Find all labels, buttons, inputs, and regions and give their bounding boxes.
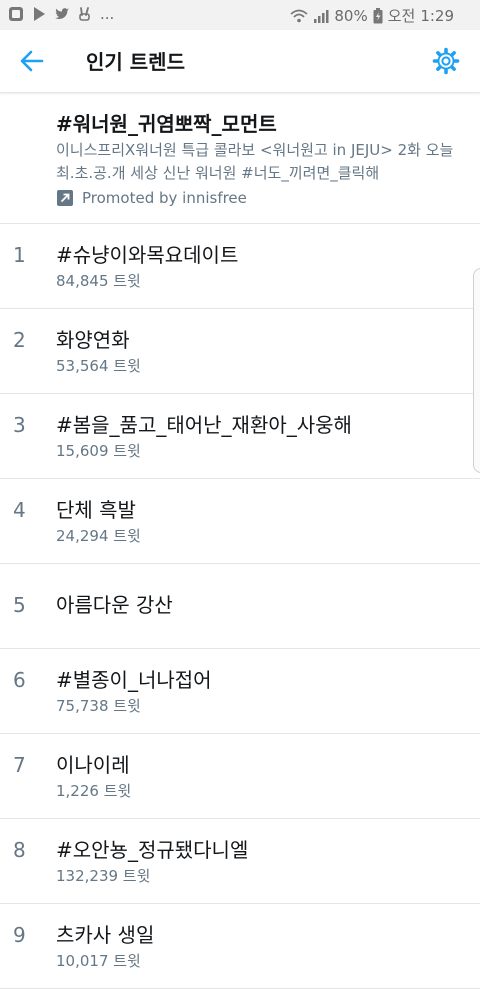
trend-tweet-count: 1,226 트윗 xyxy=(56,782,132,800)
trend-item[interactable]: 8 #오안뇽_정규됐다니엘 132,239 트윗 xyxy=(0,819,480,904)
promoted-by-label: Promoted by innisfree xyxy=(82,189,247,207)
peace-hand-icon xyxy=(79,7,90,21)
trend-rank: 6 xyxy=(13,668,26,692)
trend-name: #오안뇽_정규됐다니엘 xyxy=(56,838,249,862)
play-store-icon xyxy=(34,7,45,21)
trend-rank: 2 xyxy=(13,328,26,352)
trend-rank: 7 xyxy=(13,753,26,777)
promoted-trend-description: 이니스프리X워너원 특급 콜라보 <워너원고 in JEJU> 2화 오늘 최.… xyxy=(56,141,454,182)
trend-tweet-count: 24,294 트윗 xyxy=(56,527,141,545)
promoted-trend-tag: #워너원_귀염뽀짝_모먼트 xyxy=(56,112,277,136)
battery-icon xyxy=(373,7,383,23)
status-time: 1:29 xyxy=(420,6,454,25)
wifi-icon xyxy=(290,9,308,22)
app-header: 인기 트렌드 xyxy=(0,30,480,93)
trend-name: 이나이레 xyxy=(56,753,130,777)
trend-rank: 9 xyxy=(13,923,26,947)
trend-tweet-count: 15,609 트윗 xyxy=(56,442,141,460)
status-ampm: 오전 xyxy=(387,7,416,25)
app-notification-icon xyxy=(9,7,23,21)
trend-item[interactable]: 3 #봄을_품고_태어난_재환아_사웅해 15,609 트윗 xyxy=(0,394,480,479)
back-arrow-icon xyxy=(20,50,44,72)
notification-icons: ... xyxy=(8,5,114,23)
gear-icon xyxy=(432,47,460,75)
trend-item[interactable]: 7 이나이레 1,226 트윗 xyxy=(0,734,480,819)
twitter-bird-icon xyxy=(55,8,69,20)
trend-rank: 4 xyxy=(13,498,26,522)
trend-name: 단체 흑발 xyxy=(56,498,136,522)
trend-item[interactable]: 5 아름다운 강산 xyxy=(0,564,480,649)
trend-tweet-count: 75,738 트윗 xyxy=(56,697,141,715)
trend-tweet-count: 10,017 트윗 xyxy=(56,952,141,970)
trend-rank: 1 xyxy=(13,243,26,267)
trend-name: 아름다운 강산 xyxy=(56,593,173,617)
trend-item[interactable]: 4 단체 흑발 24,294 트윗 xyxy=(0,479,480,564)
settings-button[interactable] xyxy=(432,47,460,75)
signal-icon xyxy=(314,9,329,23)
more-notifications-dots: ... xyxy=(100,5,115,23)
back-button[interactable] xyxy=(16,46,48,76)
trend-item[interactable]: 1 #슈냥이와목요데이트 84,845 트윗 xyxy=(0,224,480,309)
trend-item[interactable]: 9 츠카사 생일 10,017 트윗 xyxy=(0,904,480,989)
trend-name: 화양연화 xyxy=(56,328,130,352)
system-status: 80% 오전 1:29 xyxy=(290,5,454,26)
trend-rank: 3 xyxy=(13,413,26,437)
promoted-by: Promoted by innisfree xyxy=(56,189,247,207)
trend-rank: 5 xyxy=(13,593,26,617)
page-title: 인기 트렌드 xyxy=(86,50,185,74)
trend-item[interactable]: 2 화양연화 53,564 트윗 xyxy=(0,309,480,394)
trend-item[interactable]: 6 #별종이_너나접어 75,738 트윗 xyxy=(0,649,480,734)
scrollbar-thumb[interactable] xyxy=(473,268,480,473)
promoted-arrow-icon xyxy=(57,190,73,206)
trend-tweet-count: 84,845 트윗 xyxy=(56,272,141,290)
trend-name: #별종이_너나접어 xyxy=(56,668,212,692)
trend-rank: 8 xyxy=(13,838,26,862)
trend-name: 츠카사 생일 xyxy=(56,923,155,947)
trend-tweet-count: 132,239 트윗 xyxy=(56,867,151,885)
trend-name: #슈냥이와목요데이트 xyxy=(56,243,239,267)
trend-name: #봄을_품고_태어난_재환아_사웅해 xyxy=(56,413,352,437)
trends-list: #워너원_귀염뽀짝_모먼트 이니스프리X워너원 특급 콜라보 <워너원고 in … xyxy=(0,93,480,989)
trend-tweet-count: 53,564 트윗 xyxy=(56,357,141,375)
promoted-trend[interactable]: #워너원_귀염뽀짝_모먼트 이니스프리X워너원 특급 콜라보 <워너원고 in … xyxy=(0,93,480,224)
battery-percent: 80% xyxy=(334,6,368,25)
status-bar: ... 80% 오전 1:29 xyxy=(0,0,480,30)
